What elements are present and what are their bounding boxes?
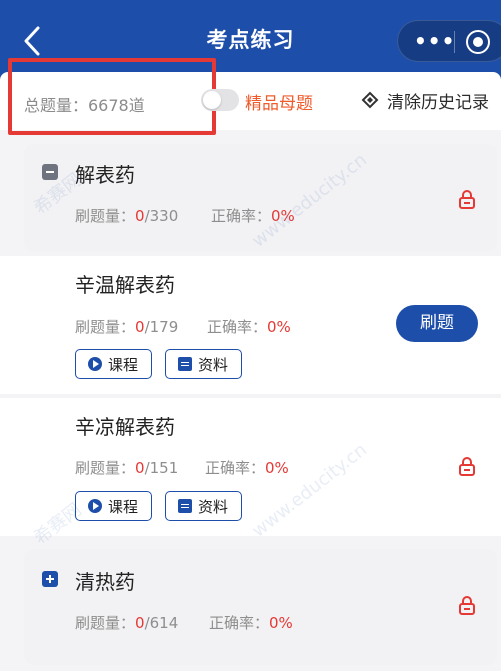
progress-label: 刷题量：: [75, 459, 136, 477]
progress-label: 刷题量：: [75, 614, 136, 632]
chapter-accuracy: 正确率：0%: [211, 205, 295, 226]
lock-icon: [458, 596, 476, 616]
eraser-icon[interactable]: [359, 90, 381, 110]
course-label: 课程: [108, 497, 139, 516]
course-button[interactable]: 课程: [75, 349, 152, 379]
highlight-annotation: [8, 58, 216, 135]
chapter-progress: 刷题量：0/614: [75, 612, 178, 633]
progress-label: 刷题量：: [75, 318, 136, 336]
collapse-icon[interactable]: [42, 164, 58, 180]
more-button[interactable]: •••: [414, 29, 455, 53]
document-icon: [178, 357, 192, 371]
lock-icon: [458, 190, 476, 210]
accuracy-label: 正确率：: [205, 459, 266, 477]
section-progress: 刷题量：0/179: [75, 316, 178, 337]
accuracy-label: 正确率：: [209, 614, 270, 632]
section-title: 辛温解表药: [75, 273, 175, 297]
progress-total: /330: [144, 207, 179, 225]
close-target-icon[interactable]: [466, 30, 490, 54]
progress-done: 0: [135, 614, 145, 632]
progress-total: /151: [144, 459, 179, 477]
progress-total: /179: [144, 318, 179, 336]
material-label: 资料: [198, 497, 229, 516]
chapter-title: 解表药: [75, 163, 135, 187]
accuracy-value: 0%: [269, 614, 293, 632]
course-label: 课程: [108, 355, 139, 374]
course-button[interactable]: 课程: [75, 491, 152, 521]
mini-program-capsule: •••: [397, 20, 501, 62]
progress-label: 刷题量：: [75, 207, 136, 225]
clear-history-button[interactable]: 清除历史记录: [387, 88, 489, 113]
accuracy-value: 0%: [267, 318, 291, 336]
chapter-title: 清热药: [75, 570, 135, 594]
play-icon: [88, 357, 102, 371]
accuracy-value: 0%: [271, 207, 295, 225]
material-button[interactable]: 资料: [165, 491, 242, 521]
lock-icon: [458, 457, 476, 477]
progress-total: /614: [144, 614, 179, 632]
chapter-accuracy: 正确率：0%: [209, 612, 293, 633]
progress-done: 0: [135, 318, 145, 336]
progress-done: 0: [135, 459, 145, 477]
fine-questions-toggle[interactable]: [201, 89, 239, 111]
progress-done: 0: [135, 207, 145, 225]
fine-questions-label: 精品母题: [245, 94, 313, 114]
capsule-divider: [454, 31, 455, 53]
practice-button[interactable]: 刷题: [396, 305, 478, 342]
expand-icon[interactable]: [42, 571, 58, 587]
play-icon: [88, 499, 102, 513]
section-title: 辛凉解表药: [75, 415, 175, 439]
document-icon: [178, 499, 192, 513]
accuracy-label: 正确率：: [211, 207, 272, 225]
section-accuracy: 正确率：0%: [205, 457, 289, 478]
section-progress: 刷题量：0/151: [75, 457, 178, 478]
chapter-progress: 刷题量：0/330: [75, 205, 178, 226]
material-button[interactable]: 资料: [165, 349, 242, 379]
material-label: 资料: [198, 355, 229, 374]
section-accuracy: 正确率：0%: [207, 316, 291, 337]
accuracy-value: 0%: [265, 459, 289, 477]
accuracy-label: 正确率：: [207, 318, 268, 336]
